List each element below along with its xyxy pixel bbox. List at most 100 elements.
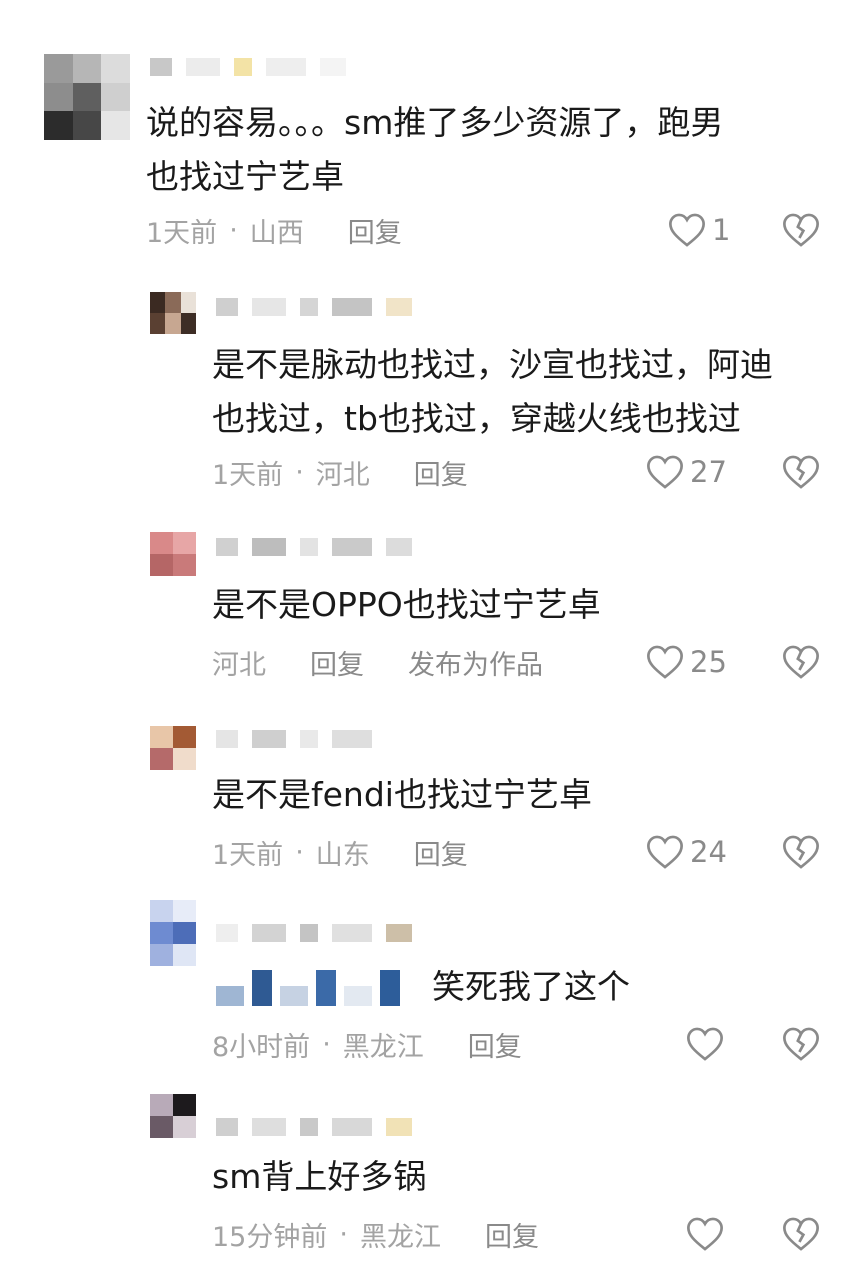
username-blur-block: [150, 58, 172, 76]
comment-meta: 15分钟前 · 黑龙江 回复: [212, 1214, 539, 1254]
heart-icon: [687, 1217, 723, 1251]
reply-button[interactable]: 回复: [414, 833, 468, 872]
emoji-blur-block: [216, 986, 244, 1006]
username-blur-block: [332, 924, 372, 942]
broken-heart-icon[interactable]: [782, 644, 820, 680]
username-blur-block: [234, 58, 252, 76]
username-blur-block: [332, 538, 372, 556]
avatar-pixel: [150, 292, 166, 313]
location: 山西: [249, 217, 304, 249]
avatar[interactable]: [150, 900, 196, 966]
timestamp: 1天前: [212, 459, 284, 491]
broken-heart-icon[interactable]: [782, 834, 820, 870]
username-blurred[interactable]: [216, 536, 412, 558]
reply-button[interactable]: 回复: [468, 1025, 522, 1064]
like-button[interactable]: 1: [668, 210, 730, 250]
comment-text: 是不是OPPO也找过宁艺卓: [212, 585, 601, 624]
avatar-pixel: [44, 82, 73, 112]
username-blur-block: [332, 298, 372, 316]
avatar[interactable]: [150, 292, 196, 334]
comment-meta: 1天前 · 山西 回复: [146, 210, 402, 250]
reply-button[interactable]: 回复: [485, 1215, 539, 1254]
avatar[interactable]: [150, 726, 196, 770]
broken-heart-icon[interactable]: [782, 1026, 820, 1062]
broken-heart-icon[interactable]: [782, 454, 820, 490]
username-blurred[interactable]: [216, 922, 412, 944]
like-count: 25: [690, 645, 727, 679]
avatar-pixel: [101, 54, 130, 83]
avatar-pixel: [165, 292, 181, 313]
reply-button[interactable]: 回复: [310, 643, 364, 682]
avatar-pixel: [173, 944, 196, 966]
avatar-pixel: [150, 1116, 173, 1138]
comment-meta: 1天前 · 河北 回复: [212, 452, 468, 492]
username-blur-block: [266, 58, 306, 76]
avatar-pixel: [173, 748, 196, 770]
username-blurred[interactable]: [150, 56, 346, 78]
username-blur-block: [386, 538, 412, 556]
location: 河北: [315, 459, 370, 491]
comment-meta: 1天前 · 山东 回复: [212, 832, 468, 872]
comment-text: 说的容易。。。sm推了多少资源了，跑男 也找过宁艺卓: [146, 103, 724, 196]
broken-heart-icon[interactable]: [782, 212, 820, 248]
like-button[interactable]: 24: [646, 832, 727, 872]
username-blur-block: [332, 730, 372, 748]
publish-as-work-button[interactable]: 发布为作品: [408, 643, 543, 682]
avatar-pixel: [180, 292, 196, 313]
emoji-blur-block: [252, 970, 272, 1006]
username-blurred[interactable]: [216, 1116, 412, 1138]
broken-heart-icon[interactable]: [782, 1216, 820, 1252]
username-blurred[interactable]: [216, 296, 412, 318]
avatar-pixel: [150, 922, 173, 944]
avatar-pixel: [44, 111, 73, 140]
comment-text: 笑死我了这个: [432, 967, 630, 1006]
reply-button[interactable]: 回复: [348, 211, 402, 250]
username-blur-block: [300, 1118, 318, 1136]
like-count: 1: [712, 213, 731, 247]
username-blur-block: [386, 1118, 412, 1136]
avatar-pixel: [72, 54, 102, 83]
comment-meta: 8小时前 · 黑龙江 回复: [212, 1024, 522, 1064]
username-blur-block: [300, 538, 318, 556]
emoji-blur-block: [316, 970, 336, 1006]
username-blur-block: [216, 924, 238, 942]
avatar-pixel: [150, 313, 166, 334]
avatar-pixel: [173, 922, 196, 944]
heart-icon: [687, 1027, 723, 1061]
avatar-pixel: [150, 532, 173, 554]
username-blur-block: [252, 1118, 286, 1136]
comment-text: 是不是fendi也找过宁艺卓: [212, 775, 592, 814]
like-button[interactable]: 27: [646, 452, 727, 492]
heart-icon: [647, 455, 683, 489]
avatar-pixel: [150, 944, 173, 966]
like-button[interactable]: [686, 1214, 724, 1254]
username-blur-block: [186, 58, 220, 76]
heart-icon: [647, 645, 683, 679]
avatar-pixel: [101, 82, 130, 112]
avatar-pixel: [150, 726, 173, 748]
username-blurred[interactable]: [216, 728, 372, 750]
timestamp: 1天前: [212, 839, 284, 871]
avatar-pixel: [44, 54, 73, 83]
location: 黑龙江: [342, 1031, 424, 1063]
location: 山东: [315, 839, 370, 871]
avatar-pixel: [165, 313, 181, 334]
username-blur-block: [332, 1118, 372, 1136]
username-blur-block: [216, 538, 238, 556]
reply-button[interactable]: 回复: [414, 453, 468, 492]
location: 河北: [212, 649, 266, 681]
avatar[interactable]: [150, 1094, 196, 1138]
emoji-blur-block: [380, 970, 400, 1006]
username-blur-block: [300, 924, 318, 942]
username-blur-block: [252, 730, 286, 748]
timestamp: 1天前: [146, 217, 218, 249]
emoji-mosaic: [216, 966, 426, 1006]
avatar[interactable]: [150, 532, 196, 576]
username-blur-block: [252, 298, 286, 316]
username-blur-block: [216, 298, 238, 316]
like-button[interactable]: 25: [646, 642, 727, 682]
avatar-pixel: [150, 1094, 173, 1116]
avatar[interactable]: [44, 54, 130, 140]
avatar-pixel: [173, 1116, 196, 1138]
like-button[interactable]: [686, 1024, 724, 1064]
